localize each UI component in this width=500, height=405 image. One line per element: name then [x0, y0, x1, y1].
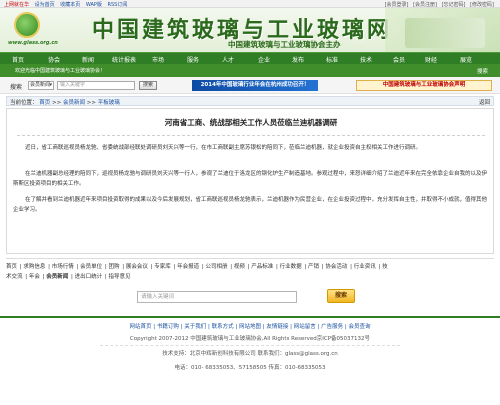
breadcrumb-prefix: 当前位置：	[10, 100, 38, 106]
breadcrumb-flat-glass[interactable]: 平板玻璃	[98, 100, 120, 106]
annual-meeting-banner[interactable]: 2014年中国玻璃行业年会在杭州成功召开！	[192, 80, 318, 91]
footer-nav-link[interactable]: 关于我们	[184, 324, 206, 330]
nav-item[interactable]: 市场	[152, 55, 164, 64]
nav-item[interactable]: 标准	[326, 55, 338, 64]
footer-link[interactable]: 专家库	[154, 264, 171, 270]
footer-link-active[interactable]: 会员新闻	[46, 274, 68, 280]
footer-divider	[100, 345, 400, 346]
breadcrumb-home[interactable]: 首页	[39, 100, 50, 106]
site-footer: 网站首页 | 书籍订购 | 关于我们 | 联系方式 | 网站地图 | 友情链接 …	[0, 316, 500, 405]
article-paragraph: 近日，省工商联巡视员杨龙驰、省委统战部经联处调研员刘天兴等一行，在市工商联副主席…	[25, 145, 422, 151]
footer-nav-link[interactable]: 网站地图	[239, 324, 261, 330]
copyright-text: Copyright 2007-2012 中国建筑玻璃与工业玻璃协会,All Ri…	[129, 336, 371, 342]
footer-link[interactable]: 市场行情	[52, 264, 74, 270]
nav-item[interactable]: 企业	[258, 55, 270, 64]
top-left-links: 上网就在华 设为首页 收藏本页 WAP版 RSS订阅	[4, 1, 131, 8]
footer-link[interactable]: 协会活动	[325, 264, 347, 270]
footer-link[interactable]: 团购	[109, 264, 120, 270]
footer-link[interactable]: 求购信息	[23, 264, 45, 270]
footer-link[interactable]: 视频	[234, 264, 245, 270]
footer-link[interactable]: 会员单位	[80, 264, 102, 270]
nav-item[interactable]: 财经	[425, 55, 437, 64]
breadcrumb-trail: 当前位置： 首页 >> 会员新闻 >> 平板玻璃	[10, 100, 120, 106]
article-paragraph: 在了解并看到兰迪机器近年来项目投资取得的成果以及今后发展规划，省工商联巡视员杨龙…	[13, 197, 488, 213]
nav-item[interactable]: 服务	[187, 55, 199, 64]
footer-link[interactable]: 术交流	[6, 274, 23, 280]
nav-item[interactable]: 展览	[460, 55, 472, 64]
footer-nav-link[interactable]: 广告服务	[321, 324, 343, 330]
site-subtitle: 中国建筑玻璃与工业玻璃协会主办	[228, 40, 341, 49]
chevron-down-icon: ▾	[49, 82, 52, 88]
nav-item[interactable]: 发布	[292, 55, 304, 64]
top-right-links: [会员登录] [会员注册] [忘记密码] [修改密码]	[382, 1, 494, 8]
welcome-bar: 欢迎光临中国建筑玻璃与工业玻璃协会！ 搜索	[0, 64, 500, 77]
footer-nav-link[interactable]: 友情链接	[266, 324, 288, 330]
footer-links-row-2: 术交流 | 年会 | 会员新闻 | 进出口统计 | 指导意见	[6, 274, 131, 280]
welcome-text: 欢迎光临中国建筑玻璃与工业玻璃协会！	[15, 68, 106, 74]
footer-link[interactable]: 技	[382, 264, 388, 270]
nav-item[interactable]: 新闻	[82, 55, 94, 64]
footer-nav-link[interactable]: 会员查询	[348, 324, 370, 330]
footer-category-links: 首页 | 求购信息 | 市场行情 | 会员单位 | 团购 | 展会会议 | 专家…	[6, 258, 494, 314]
footer-nav-link[interactable]: 网站首页	[129, 324, 151, 330]
footer-link[interactable]: 指导意见	[109, 274, 131, 280]
footer-link[interactable]: 年会报道	[177, 264, 199, 270]
title-divider	[17, 135, 485, 136]
footer-link[interactable]: 行业资讯	[354, 264, 376, 270]
footer-link[interactable]: 首页	[6, 264, 17, 270]
footer-link[interactable]: 公司相册	[206, 264, 228, 270]
main-nav: 首页 协会 新闻 统计报表 市场 服务 人才 企业 发布 标准 技术 会员 财经…	[0, 52, 500, 64]
nav-item[interactable]: 人才	[222, 55, 234, 64]
nav-item[interactable]: 统计报表	[112, 55, 136, 64]
footer-link[interactable]: 展会会议	[126, 264, 148, 270]
category-select[interactable]: 会员新闻 ▾	[28, 81, 54, 90]
keyword-input[interactable]: 输入关键字	[57, 81, 135, 90]
site-logo[interactable]: www.glass.org.cn	[6, 12, 68, 50]
breadcrumb-member-news[interactable]: 会员新闻	[63, 100, 85, 106]
nav-item[interactable]: 会员	[393, 55, 405, 64]
footer-nav: 网站首页 | 书籍订购 | 关于我们 | 联系方式 | 网站地图 | 友情链接 …	[129, 324, 371, 330]
nav-item[interactable]: 技术	[360, 55, 372, 64]
footer-link[interactable]: 行业数据	[280, 264, 302, 270]
nav-item[interactable]: 首页	[12, 55, 24, 64]
banner-decoration	[385, 8, 500, 52]
footer-links-row-1: 首页 | 求购信息 | 市场行情 | 会员单位 | 团购 | 展会会议 | 专家…	[6, 264, 388, 270]
header-banner: www.glass.org.cn 中国建筑玻璃与工业玻璃网 中国建筑玻璃与工业玻…	[0, 8, 500, 52]
footer-nav-link[interactable]: 联系方式	[212, 324, 234, 330]
phone-text: 电话：010- 68335053、57158505 传真：010-6833505…	[174, 365, 326, 371]
footer-link[interactable]: 产销	[308, 264, 319, 270]
back-link[interactable]: 返回	[479, 98, 490, 106]
article-paragraph: 在兰迪机器副总经理的陪同下，巡视员杨龙驰与调研员刘天兴等一行人，参观了兰迪位于洛…	[13, 171, 488, 187]
article: 河南省工商、统战部相关工作人员莅临兰迪机器调研 近日，省工商联巡视员杨龙驰、省委…	[6, 108, 494, 254]
search-button[interactable]: 搜索	[139, 81, 157, 90]
category-select-value: 会员新闻	[30, 82, 51, 88]
footer-link[interactable]: 产品标准	[251, 264, 273, 270]
subbar-right-link[interactable]: 搜索	[477, 67, 488, 75]
footer-link[interactable]: 年会	[29, 274, 40, 280]
breadcrumb: 当前位置： 首页 >> 会员新闻 >> 平板玻璃 返回	[6, 96, 494, 106]
article-title: 河南省工商、统战部相关工作人员莅临兰迪机器调研	[164, 118, 338, 127]
association-statement-banner[interactable]: 中国建筑玻璃与工业玻璃协会声明	[356, 80, 492, 91]
logo-globe-icon	[14, 12, 40, 38]
search-row: 搜索 会员新闻 ▾ 输入关键字 搜索 2014年中国玻璃行业年会在杭州成功召开！…	[0, 77, 500, 94]
tech-support-text: 技术支持：北京中辉新创科技有限公司 联系我们：glass@glass.org.c…	[162, 351, 338, 357]
logo-url: www.glass.org.cn	[8, 40, 58, 46]
search-label: 搜索	[10, 84, 23, 91]
footer-search-button[interactable]: 搜索	[327, 289, 355, 303]
top-bar: 上网就在华 设为首页 收藏本页 WAP版 RSS订阅 [会员登录] [会员注册]…	[0, 0, 500, 8]
nav-item[interactable]: 协会	[48, 55, 60, 64]
footer-nav-link[interactable]: 书籍订购	[157, 324, 179, 330]
footer-nav-link[interactable]: 网站留言	[294, 324, 316, 330]
footer-link[interactable]: 进出口统计	[75, 274, 103, 280]
footer-search-input[interactable]: 请输入关键词	[137, 291, 297, 303]
